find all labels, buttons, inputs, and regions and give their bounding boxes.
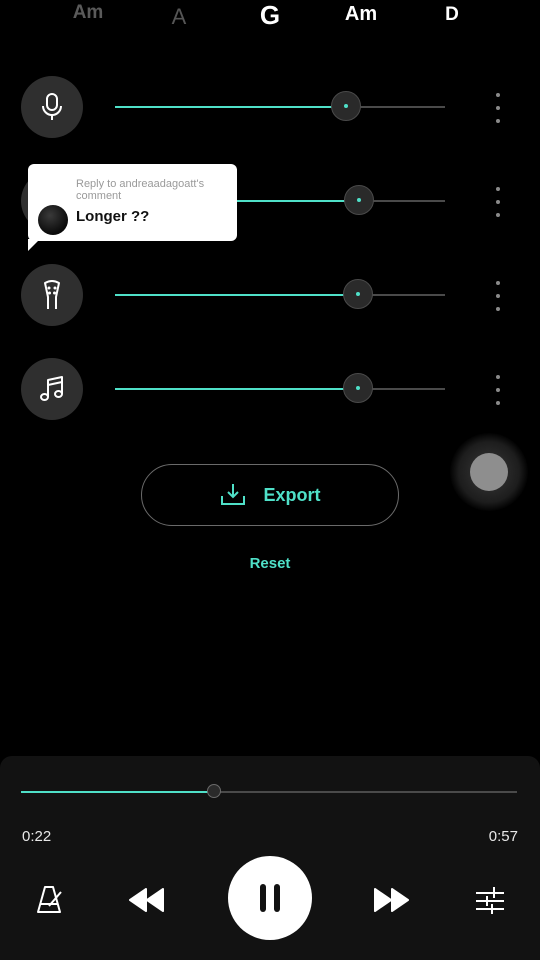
chord-label: Am bbox=[344, 3, 378, 25]
guitar-headstock-icon bbox=[44, 280, 60, 309]
more-options-icon[interactable] bbox=[488, 375, 508, 405]
assistive-touch-icon bbox=[470, 453, 508, 491]
export-button[interactable]: Export bbox=[141, 464, 399, 526]
track-row-guitar bbox=[0, 264, 540, 328]
slider-thumb[interactable] bbox=[331, 91, 361, 121]
slider-thumb[interactable] bbox=[342, 373, 373, 403]
stem-player-screen: Am A G Am D Reply to andreaadagoatt's co… bbox=[0, 0, 540, 960]
track-row-vocals bbox=[0, 76, 540, 140]
chord-label: D bbox=[445, 4, 459, 25]
total-time: 0:57 bbox=[488, 828, 518, 845]
music-note-icon bbox=[40, 376, 63, 401]
chord-label: Am bbox=[72, 2, 104, 23]
player-panel: 0:22 0:57 bbox=[0, 756, 540, 960]
slider-thumb[interactable] bbox=[342, 279, 373, 309]
guitar-track-button[interactable] bbox=[21, 264, 83, 326]
metronome-button[interactable] bbox=[30, 880, 70, 920]
pause-icon bbox=[260, 884, 280, 912]
pause-button[interactable] bbox=[228, 856, 312, 940]
slider-thumb[interactable] bbox=[344, 185, 375, 215]
comment-reply-bubble: Reply to andreaadagoatt's comment Longer… bbox=[28, 164, 237, 251]
current-time: 0:22 bbox=[22, 828, 52, 845]
chord-strip: Am A G Am D bbox=[0, 0, 540, 36]
mixer-button[interactable] bbox=[470, 880, 510, 920]
rewind-icon bbox=[129, 888, 164, 912]
floating-assistive-button[interactable] bbox=[450, 433, 528, 511]
current-chord-label: G bbox=[259, 0, 281, 30]
more-options-icon[interactable] bbox=[488, 93, 508, 123]
metronome-icon bbox=[37, 886, 62, 913]
vocals-volume-slider[interactable] bbox=[115, 91, 445, 121]
other-track-button[interactable] bbox=[21, 358, 83, 420]
vocals-track-button[interactable] bbox=[21, 76, 83, 138]
reset-button[interactable]: Reset bbox=[0, 555, 540, 572]
more-options-icon[interactable] bbox=[488, 281, 508, 311]
export-label: Export bbox=[263, 484, 321, 505]
fast-forward-button[interactable] bbox=[370, 880, 414, 920]
more-options-icon[interactable] bbox=[488, 187, 508, 217]
mixer-sliders-icon bbox=[476, 887, 504, 914]
download-icon bbox=[221, 484, 246, 505]
other-volume-slider[interactable] bbox=[115, 373, 445, 403]
reply-to-label: Reply to andreaadagoatt's comment bbox=[76, 178, 205, 202]
rewind-button[interactable] bbox=[124, 880, 168, 920]
avatar bbox=[38, 205, 68, 235]
comment-text: Longer ?? bbox=[76, 208, 150, 225]
fast-forward-icon bbox=[374, 888, 409, 912]
chord-label: A bbox=[171, 4, 187, 29]
progress-thumb[interactable] bbox=[207, 784, 222, 798]
microphone-icon bbox=[42, 93, 62, 120]
playback-progress-bar[interactable] bbox=[21, 784, 517, 798]
guitar-volume-slider[interactable] bbox=[115, 279, 445, 309]
track-row-other bbox=[0, 358, 540, 422]
